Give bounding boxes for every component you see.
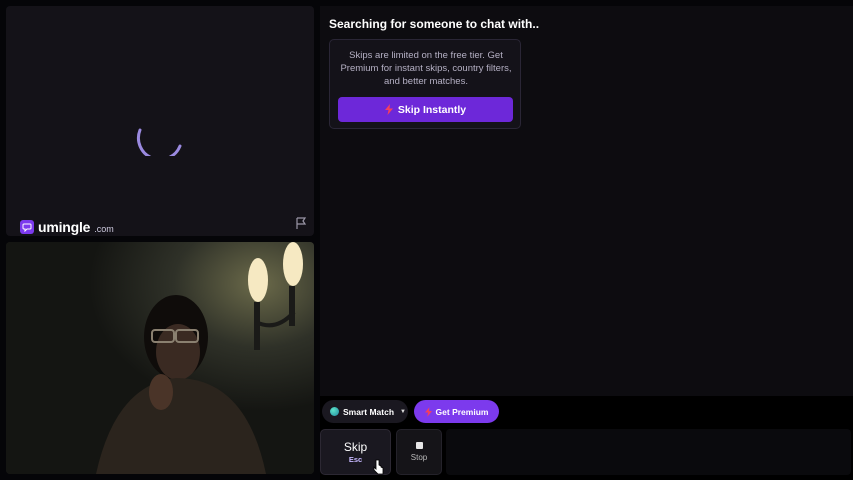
stop-label: Stop <box>410 453 428 462</box>
logo-word: umingle <box>38 219 91 235</box>
skip-instantly-button[interactable]: Skip Instantly <box>338 97 513 122</box>
smart-match-label: Smart Match <box>343 406 395 417</box>
self-camera-view <box>6 242 314 474</box>
skip-limit-message: Skips are limited on the free tier. Get … <box>340 50 512 87</box>
mouse-pointer-icon <box>373 459 384 475</box>
get-premium-button[interactable]: Get Premium <box>414 400 499 423</box>
status-title: Searching for someone to chat with.. <box>329 17 540 31</box>
message-input-area[interactable] <box>446 429 851 475</box>
lightning-icon <box>424 406 432 417</box>
chat-area: Searching for someone to chat with.. Ski… <box>320 6 853 396</box>
lightning-icon <box>384 104 393 115</box>
caret-down-icon: ▼ <box>400 408 406 415</box>
smart-match-dropdown[interactable]: Smart Match ▼ <box>322 400 408 423</box>
skip-limit-card: Skips are limited on the free tier. Get … <box>329 39 521 129</box>
logo-tld: .com <box>94 223 114 234</box>
get-premium-label: Get Premium <box>435 406 489 417</box>
globe-icon <box>330 407 339 416</box>
skip-instantly-label: Skip Instantly <box>397 103 467 116</box>
chat-bubble-icon <box>20 220 34 234</box>
umingle-logo: umingle .com <box>20 219 114 235</box>
stranger-video-panel: umingle .com <box>6 6 314 236</box>
stop-icon <box>415 442 423 449</box>
skip-shortcut-key: Esc <box>348 455 363 464</box>
action-bar: Skip Esc Stop <box>320 428 853 480</box>
stop-button[interactable]: Stop <box>396 429 442 475</box>
camera-feed-image <box>6 242 314 474</box>
app-root: umingle .com Searching for someone to ch… <box>0 0 853 480</box>
flag-icon[interactable] <box>294 216 308 230</box>
mode-bar: Smart Match ▼ Get Premium <box>320 396 853 428</box>
loading-spinner-icon <box>136 128 182 156</box>
skip-label: Skip <box>343 440 368 454</box>
